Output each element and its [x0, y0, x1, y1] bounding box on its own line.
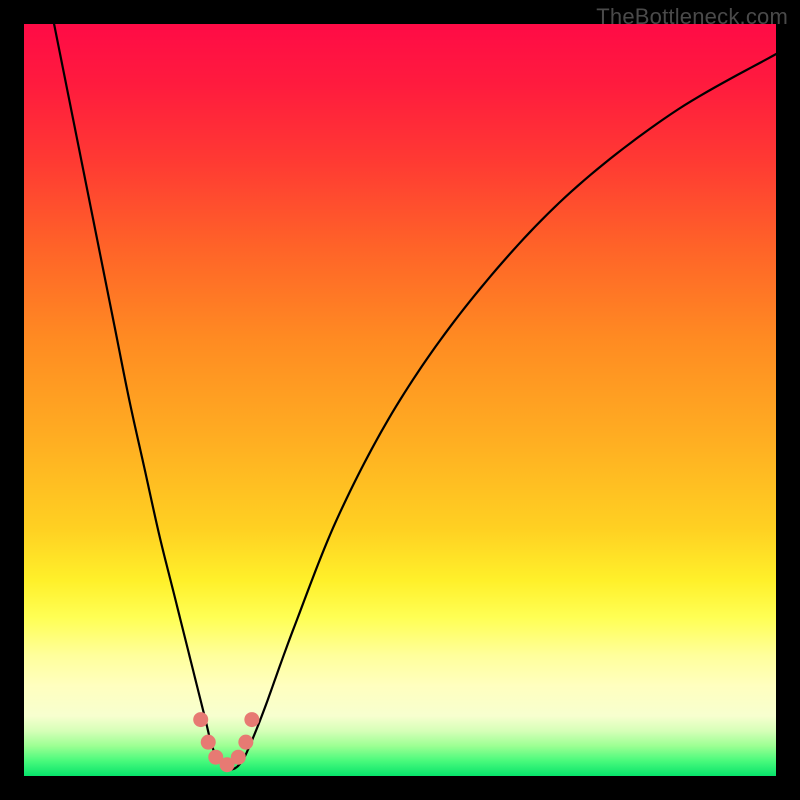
bottleneck-chart [24, 24, 776, 776]
marker-dot [201, 735, 216, 750]
marker-dot [238, 735, 253, 750]
bottleneck-markers [193, 712, 259, 772]
marker-dot [231, 750, 246, 765]
watermark-text: TheBottleneck.com [596, 4, 788, 30]
marker-dot [193, 712, 208, 727]
bottleneck-curve [54, 24, 776, 769]
marker-dot [244, 712, 259, 727]
